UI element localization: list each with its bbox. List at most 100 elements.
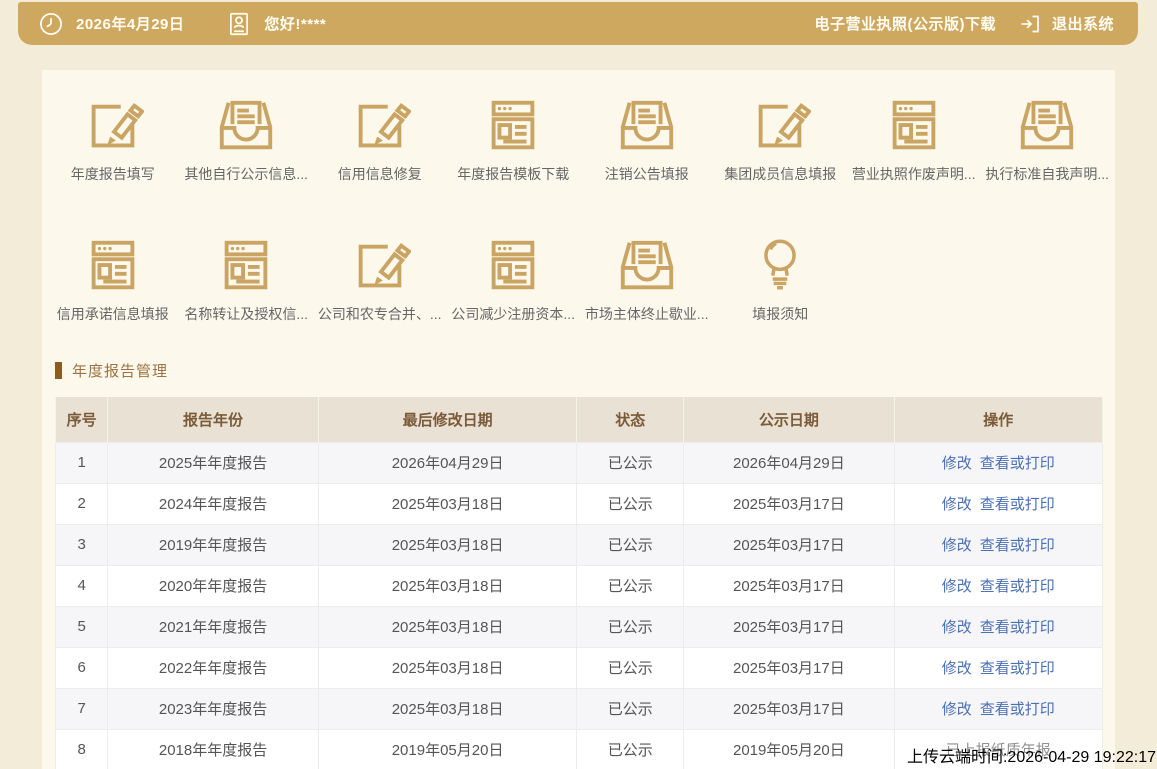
modify-link[interactable]: 修改 bbox=[942, 496, 972, 513]
shortcut-item[interactable]: 注销公告填报 bbox=[580, 95, 714, 184]
table-row: 12025年年度报告2026年04月29日已公示2026年04月29日修改查看或… bbox=[56, 442, 1103, 483]
cell-actions: 修改查看或打印 bbox=[894, 483, 1102, 524]
browser-icon bbox=[82, 235, 144, 297]
top-bar-left: 2026年4月29日 您好!**** bbox=[38, 11, 326, 37]
cell-actions: 修改查看或打印 bbox=[894, 565, 1102, 606]
bulb-icon bbox=[749, 235, 811, 297]
shortcut-label: 年度报告填写 bbox=[71, 164, 155, 184]
cell-status: 已公示 bbox=[577, 565, 684, 606]
view-print-link[interactable]: 查看或打印 bbox=[980, 496, 1055, 513]
shortcut-label: 信用信息修复 bbox=[338, 164, 422, 184]
cell-modified: 2026年04月29日 bbox=[318, 442, 577, 483]
shortcut-item[interactable]: 集团成员信息填报 bbox=[714, 95, 848, 184]
cell-year: 2022年年度报告 bbox=[108, 647, 318, 688]
user-greeting: 您好!**** bbox=[264, 13, 326, 34]
cell-status: 已公示 bbox=[577, 606, 684, 647]
cell-year: 2020年年度报告 bbox=[108, 565, 318, 606]
table-row: 52021年年度报告2025年03月18日已公示2025年03月17日修改查看或… bbox=[56, 606, 1103, 647]
shortcut-label: 填报须知 bbox=[752, 304, 808, 324]
cell-actions: 修改查看或打印 bbox=[894, 442, 1102, 483]
user-badge-icon bbox=[226, 11, 252, 37]
column-header: 公示日期 bbox=[684, 397, 894, 442]
cell-no: 3 bbox=[56, 524, 108, 565]
browser-icon bbox=[883, 95, 945, 157]
table-row: 42020年年度报告2025年03月18日已公示2025年03月17日修改查看或… bbox=[56, 565, 1103, 606]
column-header: 操作 bbox=[894, 397, 1102, 442]
cell-status: 已公示 bbox=[577, 647, 684, 688]
view-print-link[interactable]: 查看或打印 bbox=[980, 619, 1055, 636]
shortcut-item[interactable]: 填报须知 bbox=[714, 235, 848, 324]
shortcut-label: 市场主体终止歇业... bbox=[585, 304, 709, 324]
upload-time-watermark: 上传云端时间:2026-04-29 19:22:17 bbox=[907, 743, 1156, 767]
cell-modified: 2025年03月18日 bbox=[318, 647, 577, 688]
modify-link[interactable]: 修改 bbox=[942, 619, 972, 636]
cell-year: 2023年年度报告 bbox=[108, 688, 318, 729]
cell-publicized: 2025年03月17日 bbox=[684, 483, 894, 524]
shortcut-item[interactable]: 年度报告模板下载 bbox=[447, 95, 581, 184]
shortcut-label: 集团成员信息填报 bbox=[724, 164, 836, 184]
logout-icon[interactable] bbox=[1018, 12, 1042, 36]
section-title-marker bbox=[55, 362, 62, 379]
table-row: 32019年年度报告2025年03月18日已公示2025年03月17日修改查看或… bbox=[56, 524, 1103, 565]
inbox-icon bbox=[215, 95, 277, 157]
shortcut-label: 信用承诺信息填报 bbox=[57, 304, 169, 324]
section-title: 年度报告管理 bbox=[55, 360, 1115, 380]
cell-actions: 修改查看或打印 bbox=[894, 647, 1102, 688]
shortcut-label: 注销公告填报 bbox=[605, 164, 689, 184]
view-print-link[interactable]: 查看或打印 bbox=[980, 701, 1055, 718]
shortcut-item[interactable]: 年度报告填写 bbox=[46, 95, 180, 184]
column-header: 报告年份 bbox=[108, 397, 318, 442]
edit-icon bbox=[82, 95, 144, 157]
modify-link[interactable]: 修改 bbox=[942, 455, 972, 472]
shortcut-item[interactable]: 信用信息修复 bbox=[313, 95, 447, 184]
shortcut-label: 年度报告模板下载 bbox=[457, 164, 569, 184]
cell-no: 7 bbox=[56, 688, 108, 729]
modify-link[interactable]: 修改 bbox=[942, 660, 972, 677]
shortcut-item[interactable]: 营业执照作废声明... bbox=[847, 95, 981, 184]
table-row: 72023年年度报告2025年03月18日已公示2025年03月17日修改查看或… bbox=[56, 688, 1103, 729]
shortcut-label: 名称转让及授权信... bbox=[184, 304, 308, 324]
current-date: 2026年4月29日 bbox=[76, 13, 184, 34]
cell-no: 2 bbox=[56, 483, 108, 524]
view-print-link[interactable]: 查看或打印 bbox=[980, 537, 1055, 554]
shortcut-item[interactable]: 执行标准自我声明... bbox=[981, 95, 1115, 184]
top-bar: 2026年4月29日 您好!**** 电子营业执照(公示版)下载 退出系统 bbox=[18, 2, 1138, 45]
shortcut-row-2: 信用承诺信息填报 名称转让及授权信... 公司和农专合并、... 公司减少注册资… bbox=[42, 235, 1115, 324]
top-bar-right: 电子营业执照(公示版)下载 退出系统 bbox=[814, 12, 1114, 36]
section-title-text: 年度报告管理 bbox=[72, 360, 168, 381]
shortcut-item[interactable]: 公司减少注册资本... bbox=[447, 235, 581, 324]
browser-icon bbox=[482, 95, 544, 157]
cell-publicized: 2026年04月29日 bbox=[684, 442, 894, 483]
cell-actions: 修改查看或打印 bbox=[894, 688, 1102, 729]
cell-publicized: 2025年03月17日 bbox=[684, 524, 894, 565]
inbox-icon bbox=[1016, 95, 1078, 157]
cell-publicized: 2019年05月20日 bbox=[684, 729, 894, 769]
cell-status: 已公示 bbox=[577, 729, 684, 769]
cell-actions: 修改查看或打印 bbox=[894, 524, 1102, 565]
view-print-link[interactable]: 查看或打印 bbox=[980, 455, 1055, 472]
shortcut-item[interactable]: 其他自行公示信息... bbox=[180, 95, 314, 184]
column-header: 序号 bbox=[56, 397, 108, 442]
modify-link[interactable]: 修改 bbox=[942, 578, 972, 595]
clock-icon bbox=[38, 11, 64, 37]
cell-status: 已公示 bbox=[577, 483, 684, 524]
logout-link[interactable]: 退出系统 bbox=[1052, 13, 1114, 34]
browser-icon bbox=[215, 235, 277, 297]
cell-year: 2025年年度报告 bbox=[108, 442, 318, 483]
cell-no: 5 bbox=[56, 606, 108, 647]
cell-status: 已公示 bbox=[577, 688, 684, 729]
view-print-link[interactable]: 查看或打印 bbox=[980, 660, 1055, 677]
column-header: 状态 bbox=[577, 397, 684, 442]
cell-publicized: 2025年03月17日 bbox=[684, 606, 894, 647]
browser-icon bbox=[482, 235, 544, 297]
shortcut-label: 执行标准自我声明... bbox=[985, 164, 1109, 184]
shortcut-item[interactable]: 信用承诺信息填报 bbox=[46, 235, 180, 324]
license-download-link[interactable]: 电子营业执照(公示版)下载 bbox=[814, 13, 996, 34]
cell-publicized: 2025年03月17日 bbox=[684, 647, 894, 688]
shortcut-item[interactable]: 名称转让及授权信... bbox=[180, 235, 314, 324]
modify-link[interactable]: 修改 bbox=[942, 701, 972, 718]
shortcut-item[interactable]: 公司和农专合并、... bbox=[313, 235, 447, 324]
view-print-link[interactable]: 查看或打印 bbox=[980, 578, 1055, 595]
modify-link[interactable]: 修改 bbox=[942, 537, 972, 554]
shortcut-item[interactable]: 市场主体终止歇业... bbox=[580, 235, 714, 324]
